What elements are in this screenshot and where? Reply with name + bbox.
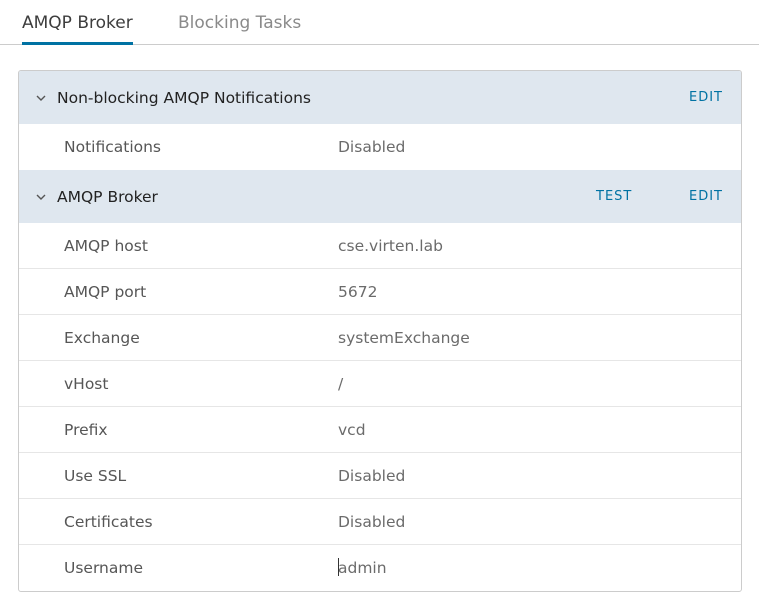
setting-row-use-ssl: Use SSL Disabled — [19, 453, 741, 499]
setting-value: systemExchange — [338, 328, 470, 347]
setting-value: Disabled — [338, 466, 406, 485]
setting-label: Certificates — [64, 512, 153, 531]
tab-amqp-broker[interactable]: AMQP Broker — [22, 0, 133, 45]
tab-blocking-tasks[interactable]: Blocking Tasks — [178, 0, 301, 44]
setting-label: vHost — [64, 374, 109, 393]
text-cursor — [338, 558, 339, 576]
section-header-non-blocking-notifications[interactable]: Non-blocking AMQP Notifications EDIT — [19, 71, 741, 124]
setting-value: admin — [338, 559, 387, 577]
tab-bar: AMQP Broker Blocking Tasks — [0, 0, 759, 45]
setting-row-prefix: Prefix vcd — [19, 407, 741, 453]
edit-notifications-button[interactable]: EDIT — [689, 71, 723, 124]
setting-label: Prefix — [64, 420, 108, 439]
chevron-down-icon[interactable] — [35, 92, 47, 104]
setting-label: AMQP host — [64, 236, 148, 255]
setting-row-amqp-host: AMQP host cse.virten.lab — [19, 223, 741, 269]
setting-value: 5672 — [338, 282, 378, 301]
setting-label: Notifications — [64, 138, 162, 156]
setting-value: Disabled — [338, 512, 406, 531]
settings-panel: Non-blocking AMQP Notifications EDIT Not… — [18, 70, 742, 592]
setting-row-amqp-port: AMQP port 5672 — [19, 269, 741, 315]
setting-row-certificates: Certificates Disabled — [19, 499, 741, 545]
section-header-amqp-broker[interactable]: AMQP Broker TEST EDIT — [19, 170, 741, 223]
setting-row-vhost: vHost / — [19, 361, 741, 407]
setting-label: AMQP port — [64, 282, 147, 301]
setting-label: Use SSL — [64, 466, 127, 485]
setting-label: Username — [64, 559, 144, 577]
setting-value: / — [338, 374, 344, 393]
setting-row-username: Username admin — [19, 545, 741, 591]
edit-broker-button[interactable]: EDIT — [689, 170, 723, 223]
section-title: AMQP Broker — [57, 187, 158, 206]
setting-row-notifications: Notifications Disabled — [19, 124, 741, 170]
setting-value: vcd — [338, 420, 366, 439]
section-title: Non-blocking AMQP Notifications — [57, 88, 311, 107]
setting-row-exchange: Exchange systemExchange — [19, 315, 741, 361]
setting-value: Disabled — [338, 138, 406, 156]
chevron-down-icon[interactable] — [35, 191, 47, 203]
setting-value: cse.virten.lab — [338, 236, 443, 255]
test-broker-button[interactable]: TEST — [596, 170, 632, 223]
setting-label: Exchange — [64, 328, 140, 347]
